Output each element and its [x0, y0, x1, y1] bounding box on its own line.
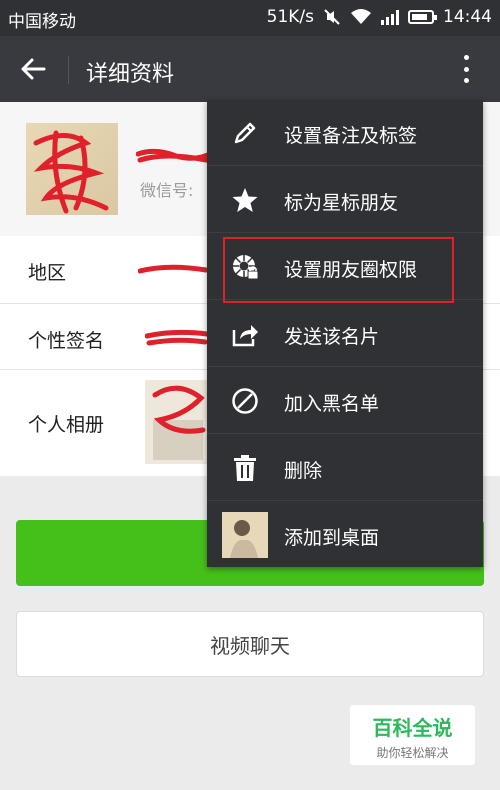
menu-item-set-remark[interactable]: 设置备注及标签 [207, 100, 483, 166]
mute-icon [324, 9, 340, 25]
signal-icon [381, 9, 399, 25]
region-redaction [138, 264, 208, 274]
net-speed: 51K/s [266, 7, 314, 27]
signature-redaction [145, 329, 209, 346]
menu-item-moments-permission[interactable]: 设置朋友圈权限 [207, 234, 483, 300]
avatar-scribble [33, 130, 109, 214]
carrier-name: 中国移动 [8, 12, 76, 32]
status-bar: 中国移动 51K/s 14:44 [0, 0, 500, 36]
menu-item-label: 添加到桌面 [284, 527, 380, 549]
wechat-id-label: 微信号: [140, 181, 194, 200]
region-label: 地区 [28, 262, 67, 284]
title-bar: 详细资料 [0, 36, 500, 102]
menu-item-label: 加入黑名单 [284, 393, 380, 415]
trash-icon [229, 452, 261, 484]
more-menu-icon[interactable] [458, 52, 474, 86]
album-thumbnail [145, 380, 211, 464]
wifi-icon [351, 9, 371, 24]
clock: 14:44 [443, 7, 492, 27]
watermark-badge: 百科全说 助你轻松解决 [350, 705, 475, 765]
pencil-icon [229, 117, 261, 149]
block-icon [229, 385, 261, 417]
share-icon [229, 318, 261, 350]
watermark-title: 百科全说 [372, 716, 453, 740]
menu-item-label: 发送该名片 [284, 326, 380, 348]
menu-item-send-card[interactable]: 发送该名片 [207, 301, 483, 367]
video-chat-button[interactable]: 视频聊天 [16, 611, 484, 677]
battery-icon [408, 10, 437, 24]
menu-item-label: 设置备注及标签 [284, 125, 418, 147]
name-redaction [136, 148, 216, 163]
menu-item-delete[interactable]: 删除 [207, 435, 483, 501]
signature-label: 个性签名 [28, 330, 105, 352]
menu-item-label: 删除 [284, 460, 323, 482]
header-divider [68, 56, 69, 84]
watermark-subtitle: 助你轻松解决 [376, 746, 449, 760]
menu-item-label: 标为星标朋友 [284, 192, 399, 214]
album-label: 个人相册 [28, 414, 105, 436]
menu-item-star[interactable]: 标为星标朋友 [207, 167, 483, 233]
avatar-thumbnail [222, 512, 268, 558]
avatar[interactable] [26, 123, 118, 215]
menu-item-label: 设置朋友圈权限 [284, 259, 418, 281]
menu-item-add-to-desktop[interactable]: 添加到桌面 [207, 502, 483, 568]
menu-item-blacklist[interactable]: 加入黑名单 [207, 368, 483, 434]
back-arrow-icon[interactable] [18, 54, 48, 84]
more-options-menu: 设置备注及标签 标为星标朋友 设置朋友圈权限 发送该名片 加入黑名单 删除 添加… [207, 100, 483, 567]
moments-lock-icon [229, 251, 261, 283]
star-icon [229, 184, 261, 216]
page-title: 详细资料 [86, 62, 175, 87]
